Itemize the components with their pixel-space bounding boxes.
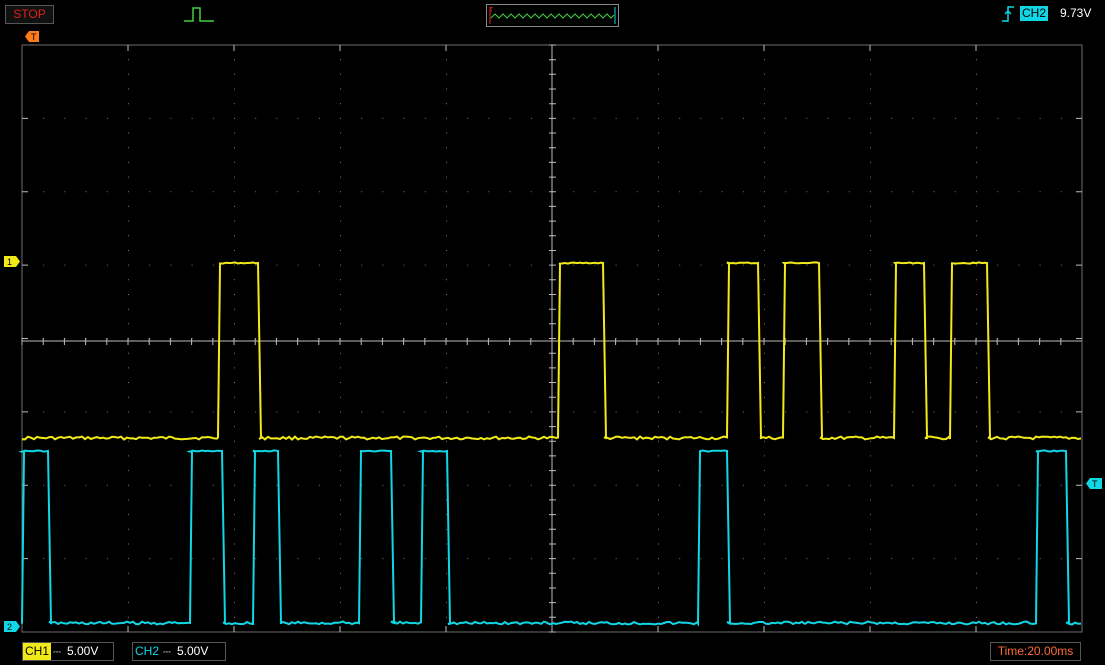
ch2-coupling-icon: ⎓ xyxy=(163,647,171,658)
waveform-display xyxy=(18,44,1083,633)
svg-text:2: 2 xyxy=(7,622,12,632)
ch1-scale-indicator[interactable]: CH1 ⎓ 5.00V xyxy=(22,642,114,661)
bottom-status-bar: CH1 ⎓ 5.00V CH2 ⎓ 5.00V Time:20.00ms xyxy=(0,640,1105,665)
trigger-level-marker[interactable]: T xyxy=(1086,478,1102,489)
ch2-label: CH2 xyxy=(135,644,160,658)
ch1-level-marker[interactable]: 1 xyxy=(4,256,20,267)
ch1-coupling-icon: ⎓ xyxy=(53,647,61,658)
trigger-position-marker[interactable]: T xyxy=(25,31,39,42)
ch1-label: CH1 xyxy=(23,643,52,660)
timebase-indicator[interactable]: Time:20.00ms xyxy=(990,642,1081,661)
ch2-level-marker[interactable]: 2 xyxy=(4,621,20,632)
ch1-scale: 5.00V xyxy=(67,644,99,658)
svg-text:T: T xyxy=(31,32,37,42)
axis-ticks xyxy=(21,44,1082,633)
svg-text:1: 1 xyxy=(7,257,12,267)
oscilloscope-screen: STOP T CH2 9.73V T 1 2 T CH1 ⎓ 5.00V CH2… xyxy=(0,0,1105,665)
ch2-scale: 5.00V xyxy=(177,644,209,658)
svg-text:T: T xyxy=(1092,479,1098,489)
ch2-scale-indicator[interactable]: CH2 ⎓ 5.00V xyxy=(132,642,226,661)
